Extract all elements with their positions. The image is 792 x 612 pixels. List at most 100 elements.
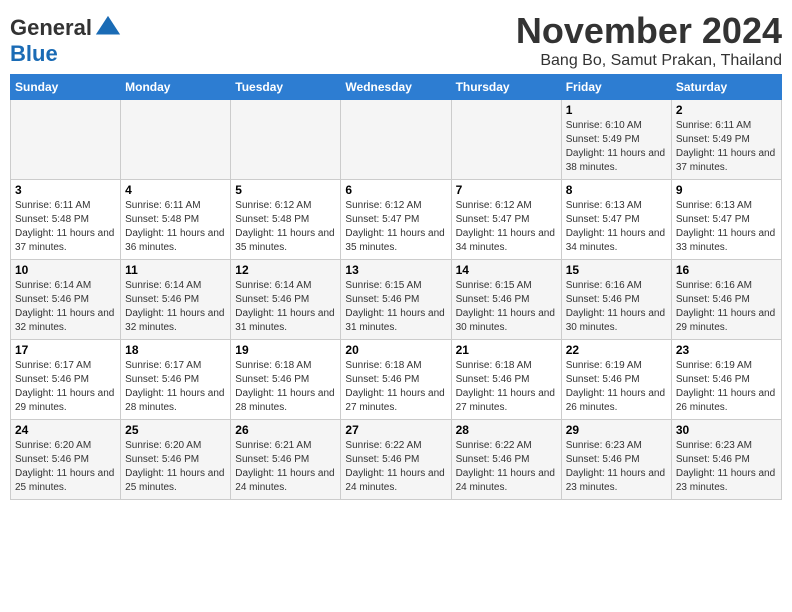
day-number: 27 xyxy=(345,423,446,437)
day-number: 10 xyxy=(15,263,116,277)
calendar-cell xyxy=(121,100,231,180)
calendar-week-row: 24Sunrise: 6:20 AM Sunset: 5:46 PM Dayli… xyxy=(11,420,782,500)
day-number: 2 xyxy=(676,103,777,117)
calendar-cell: 6Sunrise: 6:12 AM Sunset: 5:47 PM Daylig… xyxy=(341,180,451,260)
calendar-cell: 25 Sunrise: 6:20 AM Sunset: 5:46 PM Dayli… xyxy=(121,420,231,500)
day-number: 29 xyxy=(566,423,667,437)
calendar-cell: 7Sunrise: 6:12 AM Sunset: 5:47 PM Daylig… xyxy=(451,180,561,260)
calendar-cell: 29 Sunrise: 6:23 AM Sunset: 5:46 PM Dayli… xyxy=(561,420,671,500)
calendar-cell: 27Sunrise: 6:22 AM Sunset: 5:46 PM Dayli… xyxy=(341,420,451,500)
calendar-cell: 21 Sunrise: 6:18 AM Sunset: 5:46 PM Dayli… xyxy=(451,340,561,420)
calendar-week-row: 1 Sunrise: 6:10 AM Sunset: 5:49 PM Daylig… xyxy=(11,100,782,180)
day-info: Sunrise: 6:14 AM Sunset: 5:46 PM Dayligh… xyxy=(235,279,336,335)
calendar-week-row: 3 Sunrise: 6:11 AM Sunset: 5:48 PM Daylig… xyxy=(11,180,782,260)
day-info: Sunrise: 6:13 AM Sunset: 5:47 PM Dayligh… xyxy=(566,199,667,255)
calendar-cell: 8 Sunrise: 6:13 AM Sunset: 5:47 PM Daylig… xyxy=(561,180,671,260)
day-number: 22 xyxy=(566,343,667,357)
day-number: 18 xyxy=(125,343,226,357)
calendar-cell: 19 Sunrise: 6:18 AM Sunset: 5:46 PM Dayli… xyxy=(231,340,341,420)
calendar-cell: 26Sunrise: 6:21 AM Sunset: 5:46 PM Dayli… xyxy=(231,420,341,500)
day-number: 23 xyxy=(676,343,777,357)
day-number: 13 xyxy=(345,263,446,277)
day-number: 20 xyxy=(345,343,446,357)
day-number: 1 xyxy=(566,103,667,117)
weekday-header: Tuesday xyxy=(231,75,341,100)
calendar-cell: 13 Sunrise: 6:15 AM Sunset: 5:46 PM Dayli… xyxy=(341,260,451,340)
day-info: Sunrise: 6:20 AM Sunset: 5:46 PM Dayligh… xyxy=(125,439,226,495)
day-info: Sunrise: 6:20 AM Sunset: 5:46 PM Dayligh… xyxy=(15,439,116,495)
day-info: Sunrise: 6:22 AM Sunset: 5:46 PM Dayligh… xyxy=(456,439,557,495)
weekday-header: Wednesday xyxy=(341,75,451,100)
day-info: Sunrise: 6:19 AM Sunset: 5:46 PM Dayligh… xyxy=(566,359,667,415)
day-number: 16 xyxy=(676,263,777,277)
day-info: Sunrise: 6:14 AM Sunset: 5:46 PM Dayligh… xyxy=(15,279,116,335)
day-number: 14 xyxy=(456,263,557,277)
day-number: 8 xyxy=(566,183,667,197)
day-number: 12 xyxy=(235,263,336,277)
day-info: Sunrise: 6:23 AM Sunset: 5:46 PM Dayligh… xyxy=(566,439,667,495)
calendar-cell: 20 Sunrise: 6:18 AM Sunset: 5:46 PM Dayli… xyxy=(341,340,451,420)
day-info: Sunrise: 6:12 AM Sunset: 5:47 PM Dayligh… xyxy=(456,199,557,255)
day-info: Sunrise: 6:10 AM Sunset: 5:49 PM Dayligh… xyxy=(566,119,667,175)
day-info: Sunrise: 6:12 AM Sunset: 5:48 PM Dayligh… xyxy=(235,199,336,255)
logo-general: General xyxy=(10,15,92,40)
calendar-cell xyxy=(451,100,561,180)
logo-blue: Blue xyxy=(10,41,58,66)
calendar-cell: 10 Sunrise: 6:14 AM Sunset: 5:46 PM Dayli… xyxy=(11,260,121,340)
calendar-cell: 9 Sunrise: 6:13 AM Sunset: 5:47 PM Daylig… xyxy=(671,180,781,260)
day-info: Sunrise: 6:15 AM Sunset: 5:46 PM Dayligh… xyxy=(456,279,557,335)
day-number: 25 xyxy=(125,423,226,437)
calendar-cell: 3 Sunrise: 6:11 AM Sunset: 5:48 PM Daylig… xyxy=(11,180,121,260)
calendar-cell: 12 Sunrise: 6:14 AM Sunset: 5:46 PM Dayli… xyxy=(231,260,341,340)
logo-icon xyxy=(94,14,122,42)
day-info: Sunrise: 6:18 AM Sunset: 5:46 PM Dayligh… xyxy=(235,359,336,415)
title-section: November 2024 Bang Bo, Samut Prakan, Tha… xyxy=(516,10,782,70)
day-info: Sunrise: 6:17 AM Sunset: 5:46 PM Dayligh… xyxy=(15,359,116,415)
day-number: 9 xyxy=(676,183,777,197)
calendar-cell: 2Sunrise: 6:11 AM Sunset: 5:49 PM Daylig… xyxy=(671,100,781,180)
day-info: Sunrise: 6:21 AM Sunset: 5:46 PM Dayligh… xyxy=(235,439,336,495)
day-number: 3 xyxy=(15,183,116,197)
weekday-header: Saturday xyxy=(671,75,781,100)
month-title: November 2024 xyxy=(516,10,782,52)
day-info: Sunrise: 6:23 AM Sunset: 5:46 PM Dayligh… xyxy=(676,439,777,495)
day-number: 4 xyxy=(125,183,226,197)
day-info: Sunrise: 6:11 AM Sunset: 5:48 PM Dayligh… xyxy=(15,199,116,255)
day-number: 21 xyxy=(456,343,557,357)
day-number: 15 xyxy=(566,263,667,277)
calendar-week-row: 17 Sunrise: 6:17 AM Sunset: 5:46 PM Dayli… xyxy=(11,340,782,420)
logo-blue-text: Blue xyxy=(10,42,122,66)
day-info: Sunrise: 6:16 AM Sunset: 5:46 PM Dayligh… xyxy=(566,279,667,335)
calendar-cell: 30 Sunrise: 6:23 AM Sunset: 5:46 PM Dayli… xyxy=(671,420,781,500)
day-number: 28 xyxy=(456,423,557,437)
day-info: Sunrise: 6:17 AM Sunset: 5:46 PM Dayligh… xyxy=(125,359,226,415)
day-number: 30 xyxy=(676,423,777,437)
calendar-cell: 15 Sunrise: 6:16 AM Sunset: 5:46 PM Dayli… xyxy=(561,260,671,340)
weekday-header: Friday xyxy=(561,75,671,100)
calendar-cell: 17 Sunrise: 6:17 AM Sunset: 5:46 PM Dayli… xyxy=(11,340,121,420)
calendar-cell: 18 Sunrise: 6:17 AM Sunset: 5:46 PM Dayli… xyxy=(121,340,231,420)
calendar-cell xyxy=(231,100,341,180)
day-info: Sunrise: 6:18 AM Sunset: 5:46 PM Dayligh… xyxy=(456,359,557,415)
calendar-cell: 1 Sunrise: 6:10 AM Sunset: 5:49 PM Daylig… xyxy=(561,100,671,180)
day-info: Sunrise: 6:15 AM Sunset: 5:46 PM Dayligh… xyxy=(345,279,446,335)
day-info: Sunrise: 6:14 AM Sunset: 5:46 PM Dayligh… xyxy=(125,279,226,335)
calendar-header-row: SundayMondayTuesdayWednesdayThursdayFrid… xyxy=(11,75,782,100)
day-number: 5 xyxy=(235,183,336,197)
day-info: Sunrise: 6:16 AM Sunset: 5:46 PM Dayligh… xyxy=(676,279,777,335)
header: General Blue November 2024 Bang Bo, Samu… xyxy=(10,10,782,70)
calendar-cell xyxy=(11,100,121,180)
logo-text: General xyxy=(10,16,92,40)
day-info: Sunrise: 6:12 AM Sunset: 5:47 PM Dayligh… xyxy=(345,199,446,255)
calendar-cell: 14 Sunrise: 6:15 AM Sunset: 5:46 PM Dayli… xyxy=(451,260,561,340)
day-number: 19 xyxy=(235,343,336,357)
day-number: 17 xyxy=(15,343,116,357)
day-info: Sunrise: 6:18 AM Sunset: 5:46 PM Dayligh… xyxy=(345,359,446,415)
calendar-cell: 22 Sunrise: 6:19 AM Sunset: 5:46 PM Dayli… xyxy=(561,340,671,420)
day-info: Sunrise: 6:13 AM Sunset: 5:47 PM Dayligh… xyxy=(676,199,777,255)
calendar-cell: 24Sunrise: 6:20 AM Sunset: 5:46 PM Dayli… xyxy=(11,420,121,500)
calendar-table: SundayMondayTuesdayWednesdayThursdayFrid… xyxy=(10,74,782,500)
calendar-cell: 11 Sunrise: 6:14 AM Sunset: 5:46 PM Dayli… xyxy=(121,260,231,340)
day-number: 11 xyxy=(125,263,226,277)
calendar-cell: 5 Sunrise: 6:12 AM Sunset: 5:48 PM Daylig… xyxy=(231,180,341,260)
